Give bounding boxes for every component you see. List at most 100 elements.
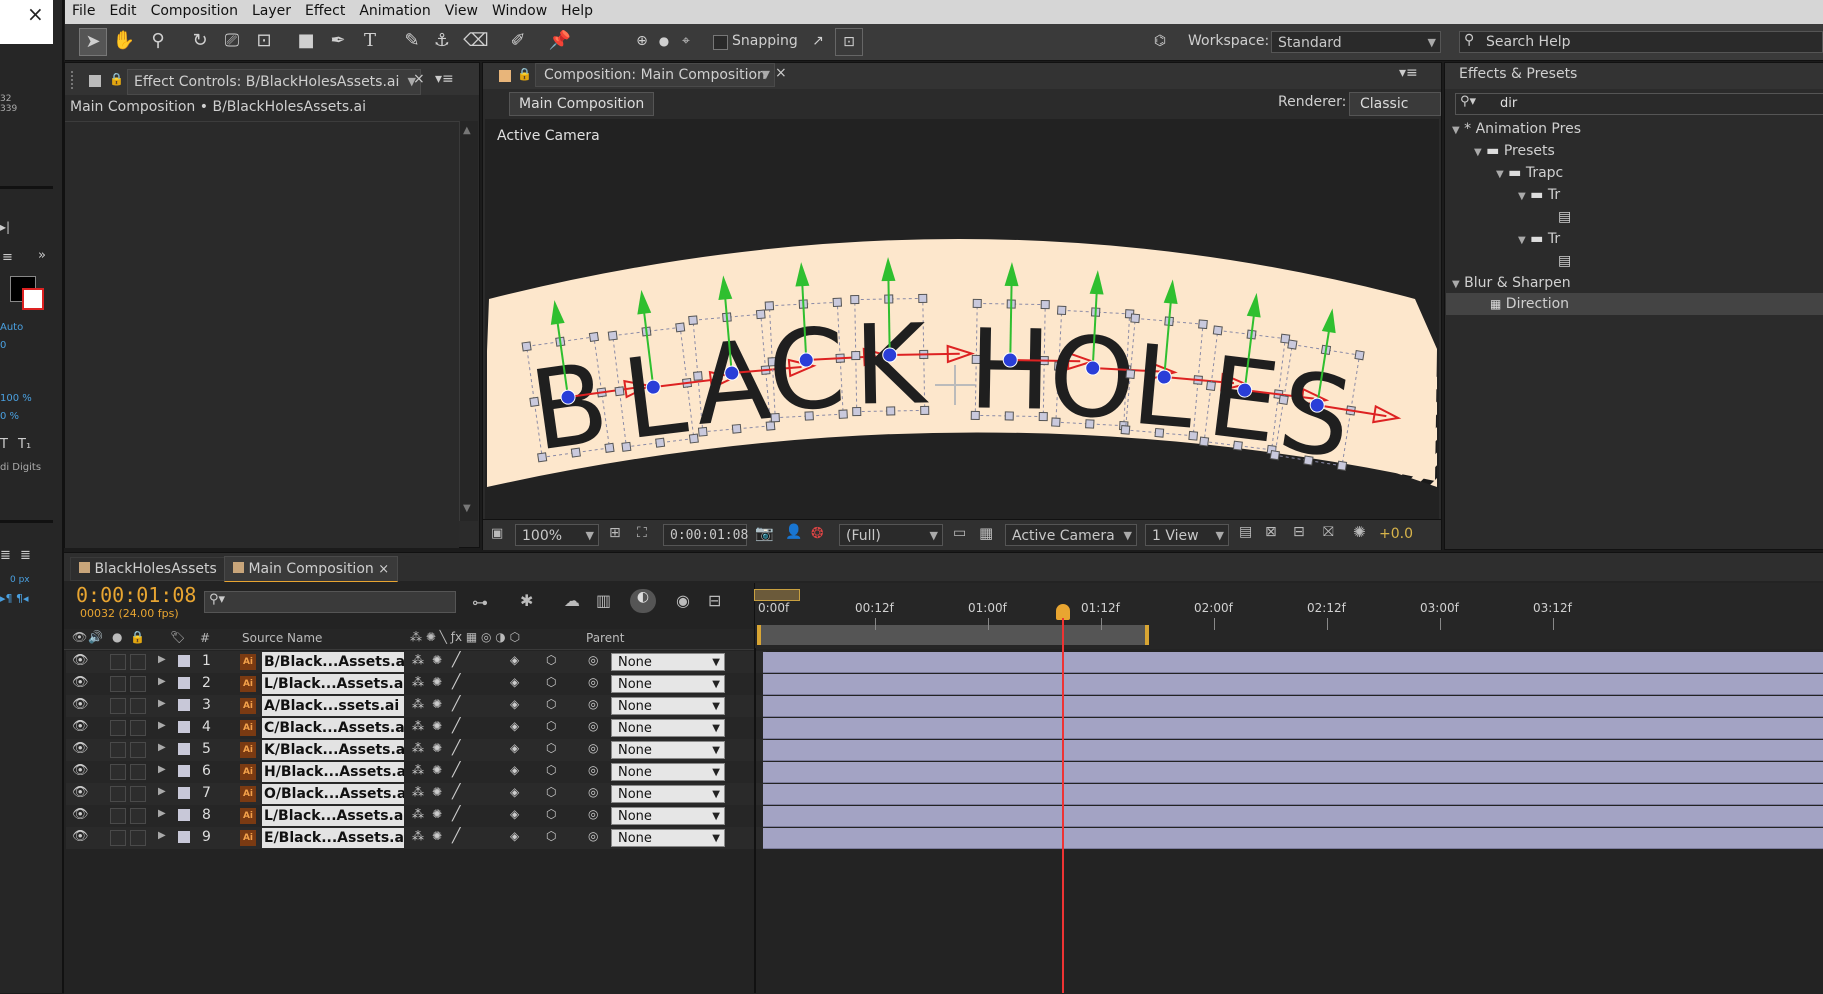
selection-tool-icon[interactable]: ➤ (79, 28, 107, 56)
type-tool-icon[interactable]: T (357, 28, 383, 54)
type-style-1[interactable]: T (0, 437, 8, 452)
label-color-swatch[interactable] (178, 765, 190, 777)
3d-layer-switch-icon[interactable]: ⬡ (546, 719, 556, 733)
layer-duration-bar[interactable] (763, 806, 1823, 827)
layer-duration-bar[interactable] (763, 674, 1823, 695)
rectangle-tool-icon[interactable]: ■ (293, 28, 319, 54)
table-row[interactable]: 👁 ▶ 8 Ai L/Black...Assets.ai ⁂ ✺ ╱ ◈ ⬡ ◎ None ▼ (66, 805, 766, 827)
parent-dropdown[interactable]: None ▼ (611, 763, 725, 781)
brainstorm-icon[interactable]: ⊟ (708, 591, 721, 610)
parent-dropdown[interactable]: None ▼ (611, 697, 725, 715)
lock-toggle[interactable] (130, 698, 146, 714)
ep-animation-presets[interactable]: ▼ * Animation Pres (1452, 118, 1581, 140)
layer-source-name[interactable]: L/Black...Assets.ai (262, 674, 404, 694)
panel-menu-icon[interactable]: ▾≡ (1399, 65, 1418, 81)
audio-toggle[interactable] (110, 698, 126, 714)
lock-toggle[interactable] (130, 676, 146, 692)
visibility-eye-icon[interactable]: 👁 (72, 829, 89, 844)
menu-view[interactable]: View (438, 0, 485, 19)
effects-presets-title[interactable]: Effects & Presets (1459, 66, 1577, 82)
pan-behind-tool-icon[interactable]: ⊡ (251, 28, 277, 54)
zoom-dropdown[interactable]: 100% ▼ (515, 524, 599, 546)
expand-layer-icon[interactable]: ▶ (158, 764, 166, 775)
visibility-eye-icon[interactable]: 👁 (72, 653, 89, 668)
collapse-switch-icon[interactable]: ✺ (432, 829, 442, 843)
ep-blur-sharpen[interactable]: ▼ Blur & Sharpen (1452, 272, 1571, 294)
close-icon[interactable]: × (27, 2, 44, 26)
visibility-eye-icon[interactable]: 👁 (72, 741, 89, 756)
expand-layer-icon[interactable]: ▶ (158, 654, 166, 665)
lock-toggle[interactable] (130, 830, 146, 846)
snapping-checkbox[interactable] (713, 35, 728, 50)
close-tab-icon[interactable]: × (378, 562, 389, 577)
vr-glasses-icon[interactable]: ⌬ (1147, 28, 1173, 54)
parent-dropdown[interactable]: None ▼ (611, 829, 725, 847)
viewer-timecode[interactable]: 0:00:01:08 (663, 524, 748, 546)
label-color-swatch[interactable] (178, 831, 190, 843)
ep-preset-file-icon[interactable]: ▤ (1558, 250, 1571, 272)
menu-help[interactable]: Help (554, 0, 600, 19)
transparency-grid-icon[interactable]: ▦ (979, 524, 993, 542)
quality-switch-icon[interactable]: ╱ (452, 828, 460, 844)
show-snapshot-icon[interactable]: 👤 (785, 524, 802, 540)
close-tab-icon[interactable]: × (775, 65, 787, 81)
expand-layer-icon[interactable]: ▶ (158, 742, 166, 753)
adjustment-switch-icon[interactable]: ◈ (510, 675, 519, 689)
always-preview-icon[interactable]: ▣ (491, 526, 503, 541)
type-style-2[interactable]: T₁ (18, 437, 31, 452)
visibility-eye-icon[interactable]: 👁 (72, 807, 89, 822)
pickwhip-icon[interactable]: ◎ (588, 675, 598, 689)
pickwhip-icon[interactable]: ◎ (588, 741, 598, 755)
puppet-pin-tool-icon[interactable]: 📌 (547, 28, 573, 54)
panel-menu-icon[interactable]: ▾≡ (435, 71, 454, 87)
collapse-switch-icon[interactable]: ✺ (432, 719, 442, 733)
quality-switch-icon[interactable]: ╱ (452, 740, 460, 756)
region-of-interest-icon[interactable]: ▭ (953, 525, 966, 541)
table-row[interactable]: 👁 ▶ 9 Ai E/Black...Assets.ai ⁂ ✺ ╱ ◈ ⬡ ◎ None ▼ (66, 827, 766, 849)
flowchart-icon[interactable]: ⛝ (1323, 524, 1334, 540)
audio-toggle[interactable] (110, 742, 126, 758)
quality-switch-icon[interactable]: ╱ (452, 762, 460, 778)
table-row[interactable]: 👁 ▶ 7 Ai O/Black...Assets.ai ⁂ ✺ ╱ ◈ ⬡ ◎ None ▼ (66, 783, 766, 805)
menu-effect[interactable]: Effect (298, 0, 352, 19)
quality-switch-icon[interactable]: ╱ (452, 652, 460, 668)
view-layout-dropdown[interactable]: 1 View ▼ (1145, 524, 1229, 546)
camera-tool-icon[interactable]: ⎚ (219, 28, 245, 54)
pickwhip-icon[interactable]: ◎ (588, 763, 598, 777)
visibility-eye-icon[interactable]: 👁 (72, 675, 89, 690)
layer-duration-bar[interactable] (763, 652, 1823, 673)
timeline-icon[interactable]: ⊟ (1293, 524, 1305, 540)
expand-layer-icon[interactable]: ▶ (158, 808, 166, 819)
layer-duration-bar[interactable] (763, 828, 1823, 849)
view-axis-mode-icon[interactable]: ⌖ (673, 28, 699, 54)
audio-toggle[interactable] (110, 764, 126, 780)
title-safe-icon[interactable]: ⊞ (609, 525, 621, 541)
align-center-icon[interactable]: ≣ (20, 548, 31, 563)
label-color-swatch[interactable] (178, 677, 190, 689)
quality-switch-icon[interactable]: ╱ (452, 806, 460, 822)
effects-search-box[interactable]: ⚲▾ dir (1455, 93, 1823, 115)
expand-layer-icon[interactable]: ▶ (158, 830, 166, 841)
adjustment-switch-icon[interactable]: ◈ (510, 719, 519, 733)
shy-switch-icon[interactable]: ⁂ (412, 719, 424, 733)
resolution-dropdown[interactable]: (Full) ▼ (839, 524, 943, 546)
pen-tool-icon[interactable]: ✒ (325, 28, 351, 54)
rotate-tool-icon[interactable]: ↻ (187, 28, 213, 54)
layer-source-name[interactable]: C/Black...Assets.ai (262, 718, 404, 738)
clone-stamp-tool-icon[interactable]: ⚓ (429, 28, 455, 54)
adjustment-switch-icon[interactable]: ◈ (510, 785, 519, 799)
audio-toggle[interactable] (110, 808, 126, 824)
tab-main-composition[interactable]: Main Composition × (224, 556, 399, 582)
ep-directional-blur[interactable]: ▦ Direction (1446, 293, 1823, 315)
label-color-swatch[interactable] (178, 809, 190, 821)
table-row[interactable]: 👁 ▶ 1 Ai B/Black...Assets.ai ⁂ ✺ ╱ ◈ ⬡ ◎ None ▼ (66, 651, 766, 673)
expand-layer-icon[interactable]: ▶ (158, 698, 166, 709)
adjustment-switch-icon[interactable]: ◈ (510, 653, 519, 667)
audio-toggle[interactable] (110, 786, 126, 802)
audio-toggle[interactable] (110, 654, 126, 670)
menu-file[interactable]: File (65, 0, 102, 19)
layer-source-name[interactable]: K/Black...Assets.ai (262, 740, 404, 760)
parent-dropdown[interactable]: None ▼ (611, 675, 725, 693)
hand-tool-icon[interactable]: ✋ (111, 28, 137, 54)
tracking-value[interactable]: 0 (0, 340, 6, 351)
